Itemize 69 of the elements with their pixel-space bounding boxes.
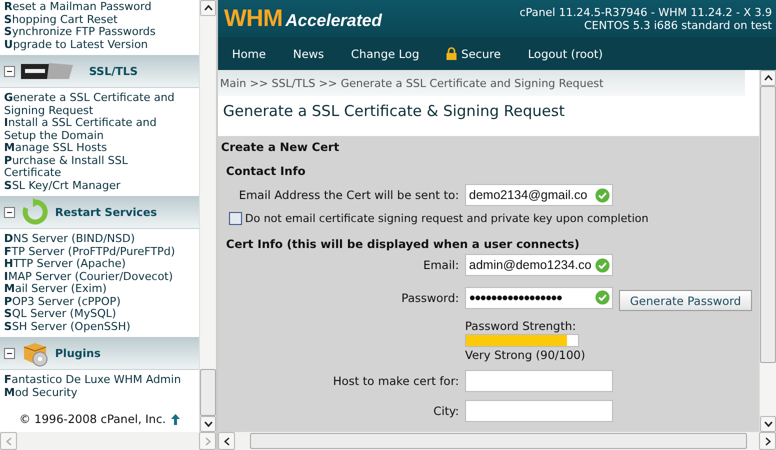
checkbox[interactable] bbox=[229, 212, 242, 225]
scrollbar[interactable] bbox=[218, 432, 776, 450]
logo-text: WHM bbox=[224, 4, 282, 32]
section-heading: Cert Info (this will be displayed when a user connects) bbox=[226, 237, 580, 251]
sidebar-link[interactable]: Mod Security bbox=[4, 386, 186, 399]
sidebar-link[interactable]: IMAP Server (Courier/Dovecot) bbox=[4, 270, 186, 283]
version-text: cPanel 11.24.5-R37946 - WHM 11.24.2 - X 3.9 bbox=[520, 6, 772, 18]
badge-icon bbox=[21, 61, 75, 81]
generate-password-button[interactable]: Generate Password bbox=[619, 290, 752, 311]
section-title[interactable]: Restart Services bbox=[55, 206, 157, 218]
section-heading: Contact Info bbox=[226, 164, 306, 178]
section-title[interactable]: SSL/TLS bbox=[89, 64, 138, 78]
breadcrumb[interactable]: Main >> SSL/TLS >> Generate a SSL Certificate and Signing Request bbox=[220, 76, 604, 90]
scroll-up-icon[interactable] bbox=[764, 75, 772, 81]
input-field[interactable] bbox=[465, 370, 613, 392]
strength-reading: Very Strong (90/100) bbox=[465, 348, 586, 362]
scroll-thumb[interactable] bbox=[760, 86, 776, 363]
sidebar-link[interactable]: Manage SSL Hosts bbox=[4, 142, 186, 154]
logo-subtitle: Accelerated bbox=[285, 10, 382, 30]
collapse-icon[interactable] bbox=[4, 348, 15, 358]
version-text: CENTOS 5.3 i686 standard on test bbox=[584, 18, 772, 32]
page-title: Generate a SSL Certificate & Signing Request bbox=[223, 102, 565, 120]
nav-link[interactable]: Home bbox=[232, 46, 266, 60]
sidebar-link[interactable]: SQL Server (MySQL) bbox=[4, 308, 186, 320]
field-label: Host to make cert for: bbox=[332, 374, 460, 388]
sidebar-link[interactable]: Mail Server (Exim) bbox=[4, 283, 186, 296]
scroll-down-icon[interactable] bbox=[204, 421, 213, 427]
section-title[interactable]: Plugins bbox=[55, 346, 101, 360]
nav-link[interactable]: Logout (root) bbox=[528, 46, 603, 60]
sidebar-link[interactable]: SSL Key/Crt Manager bbox=[4, 180, 186, 192]
sidebar-link[interactable]: Upgrade to Latest Version bbox=[4, 38, 186, 51]
scroll-left-icon[interactable] bbox=[224, 436, 230, 446]
sidebar-link[interactable]: Shopping Cart Reset bbox=[4, 14, 186, 26]
field-label: Email: bbox=[422, 258, 460, 272]
field-label: City: bbox=[432, 404, 460, 418]
input-field[interactable] bbox=[465, 400, 613, 422]
scroll-down-icon[interactable] bbox=[764, 421, 772, 427]
input-field[interactable]: ●●●●●●●●●●●●●●●●● bbox=[465, 286, 613, 308]
sidebar-link[interactable]: Fantastico De Luxe WHM Admin bbox=[4, 374, 186, 386]
nav-link[interactable]: Secure bbox=[446, 46, 501, 60]
scrollbar[interactable] bbox=[199, 0, 216, 432]
sidebar-link[interactable]: POP3 Server (cPPOP) bbox=[4, 296, 186, 308]
collapse-icon[interactable] bbox=[4, 66, 15, 76]
sidebar-link[interactable]: HTTP Server (Apache) bbox=[4, 258, 186, 270]
up-arrow-icon[interactable] bbox=[170, 414, 180, 424]
field-label: Password: bbox=[400, 290, 460, 304]
scroll-right-icon[interactable] bbox=[764, 436, 770, 446]
lock-icon bbox=[446, 47, 458, 60]
collapse-icon[interactable] bbox=[4, 206, 15, 218]
input-field[interactable]: admin@demo1234.co bbox=[465, 254, 613, 276]
scroll-thumb[interactable] bbox=[250, 433, 747, 449]
sidebar-link[interactable]: SSH Server (OpenSSH) bbox=[4, 320, 186, 333]
field-label: Email Address the Cert will be sent to: bbox=[238, 188, 460, 202]
refresh-icon bbox=[21, 198, 49, 226]
checkbox-label: Do not email certificate signing request and private key upon completion bbox=[245, 212, 648, 225]
input-field[interactable]: demo2134@gmail.co bbox=[465, 184, 613, 206]
sidebar-link[interactable]: FTP Server (ProFTPd/PureFTPd) bbox=[4, 246, 186, 258]
form-heading: Create a New Cert bbox=[221, 140, 340, 154]
copyright-text: © 1996-2008 cPanel, Inc. bbox=[19, 412, 166, 426]
scroll-thumb[interactable] bbox=[200, 369, 216, 416]
scrollbar[interactable] bbox=[759, 70, 776, 432]
scroll-up-icon[interactable] bbox=[204, 5, 213, 11]
strength-label: Password Strength: bbox=[465, 319, 577, 333]
sidebar-link[interactable]: Purchase & Install SSL Certificate bbox=[4, 154, 186, 180]
nav-link[interactable]: Change Log bbox=[351, 46, 420, 60]
sidebar-link[interactable]: Synchronize FTP Passwords bbox=[4, 26, 186, 38]
sidebar-link[interactable]: Reset a Mailman Password bbox=[4, 1, 186, 14]
nav-link[interactable]: News bbox=[292, 46, 324, 60]
sidebar-link[interactable]: DNS Server (BIND/NSD) bbox=[4, 233, 186, 246]
